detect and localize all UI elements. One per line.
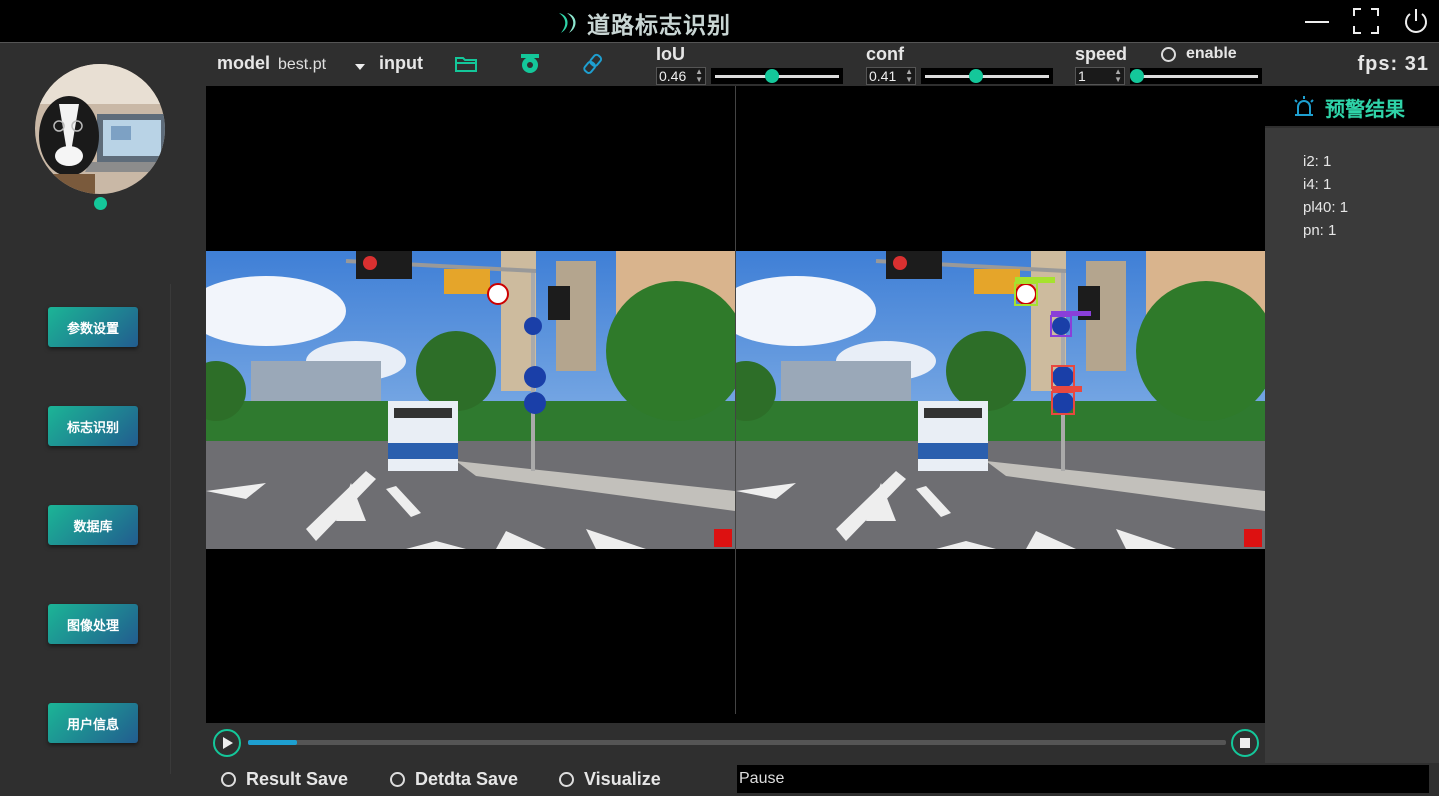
visualize-radio-circle[interactable] bbox=[559, 772, 574, 787]
link-icon[interactable] bbox=[582, 53, 604, 75]
fullscreen-button[interactable] bbox=[1351, 6, 1381, 36]
conf-value: 0.41 bbox=[869, 68, 897, 84]
play-icon[interactable] bbox=[212, 728, 242, 758]
result-save-radio-circle[interactable] bbox=[221, 772, 236, 787]
logo-icon bbox=[559, 13, 576, 33]
folder-open-icon[interactable] bbox=[454, 54, 480, 74]
conf-slider[interactable] bbox=[921, 68, 1053, 84]
status-text: Pause bbox=[737, 765, 1429, 793]
iou-label: IoU bbox=[656, 44, 685, 64]
results-panel: 预警结果 i2: 1 i4: 1 pl40: 1 pn: 1 bbox=[1265, 86, 1439, 796]
online-status-dot bbox=[94, 197, 107, 210]
speed-spinbox[interactable]: 1 ▲ ▼ bbox=[1075, 67, 1125, 85]
results-list: i2: 1 i4: 1 pl40: 1 pn: 1 bbox=[1265, 128, 1439, 763]
list-item: pl40: 1 bbox=[1303, 199, 1349, 216]
chevron-down-icon[interactable] bbox=[355, 63, 365, 71]
iou-slider-handle[interactable] bbox=[765, 69, 779, 83]
sidebar-divider bbox=[170, 284, 171, 774]
speed-label: speed bbox=[1075, 44, 1128, 64]
app-title: 道路标志识别 bbox=[587, 13, 731, 39]
progress-bar[interactable] bbox=[248, 740, 1226, 745]
sidebar-item-sign-recognition[interactable]: 标志识别 bbox=[48, 406, 138, 446]
speed-slider[interactable] bbox=[1130, 68, 1262, 84]
bottom-bar: Result Save Detdta Save Visualize Pause bbox=[206, 763, 1439, 796]
enable-radio-circle[interactable] bbox=[1161, 46, 1176, 62]
original-video-frame bbox=[206, 251, 735, 549]
minimize-icon bbox=[1305, 21, 1329, 23]
progress-bar-fill bbox=[248, 740, 297, 745]
sidebar-item-database[interactable]: 数据库 bbox=[48, 505, 138, 545]
sidebar: 参数设置 标志识别 数据库 图像处理 用户信息 bbox=[0, 44, 206, 796]
sidebar-item-image-processing[interactable]: 图像处理 bbox=[48, 604, 138, 644]
stop-icon[interactable] bbox=[1230, 728, 1260, 758]
spin-arrows-icon[interactable]: ▲ ▼ bbox=[905, 68, 913, 84]
sidebar-item-params[interactable]: 参数设置 bbox=[48, 307, 138, 347]
toolbar: model best.pt input IoU 0.46 ▲ ▼ conf 0.4… bbox=[206, 44, 1439, 86]
fps-readout: fps: 31 bbox=[1358, 53, 1429, 76]
result-save-label: Result Save bbox=[246, 769, 349, 789]
spin-arrows-icon[interactable]: ▲ ▼ bbox=[695, 68, 703, 84]
fps-value: 31 bbox=[1404, 53, 1429, 75]
conf-spinbox[interactable]: 0.41 ▲ ▼ bbox=[866, 67, 916, 85]
minimize-button[interactable] bbox=[1302, 6, 1332, 36]
enable-radio[interactable]: enable bbox=[1161, 45, 1237, 63]
enable-label: enable bbox=[1186, 45, 1237, 62]
spin-arrows-icon[interactable]: ▲ ▼ bbox=[1114, 68, 1122, 84]
visualize-label: Visualize bbox=[584, 769, 661, 789]
iou-slider[interactable] bbox=[711, 68, 843, 84]
list-item: i4: 1 bbox=[1303, 176, 1332, 193]
results-title: 预警结果 bbox=[1325, 97, 1405, 121]
fps-label: fps: bbox=[1357, 53, 1399, 75]
input-label: input bbox=[379, 53, 423, 73]
model-label: model bbox=[217, 53, 271, 73]
speed-value: 1 bbox=[1078, 68, 1086, 84]
power-button[interactable] bbox=[1401, 6, 1431, 36]
conf-label: conf bbox=[866, 44, 904, 64]
conf-slider-handle[interactable] bbox=[969, 69, 983, 83]
sidebar-item-user-info[interactable]: 用户信息 bbox=[48, 703, 138, 743]
results-header: 预警结果 bbox=[1265, 86, 1439, 126]
video-area bbox=[206, 86, 1265, 763]
speed-slider-handle[interactable] bbox=[1130, 69, 1144, 83]
detdata-save-radio[interactable]: Detdta Save bbox=[390, 769, 518, 790]
list-item: i2: 1 bbox=[1303, 153, 1332, 170]
detdata-save-label: Detdta Save bbox=[415, 769, 519, 789]
conf-slider-track bbox=[925, 75, 1049, 78]
app-title-group: 道路标志识别 bbox=[555, 6, 731, 40]
iou-value: 0.46 bbox=[659, 68, 687, 84]
camera-icon[interactable] bbox=[519, 53, 541, 75]
detected-video-frame bbox=[736, 251, 1265, 549]
title-bar: 道路标志识别 bbox=[0, 0, 1439, 43]
detdata-save-radio-circle[interactable] bbox=[390, 772, 405, 787]
speed-slider-track bbox=[1134, 75, 1258, 78]
visualize-radio[interactable]: Visualize bbox=[559, 769, 661, 790]
result-save-radio[interactable]: Result Save bbox=[221, 769, 348, 790]
list-item: pn: 1 bbox=[1303, 222, 1337, 239]
model-select-value[interactable]: best.pt bbox=[278, 56, 326, 74]
avatar bbox=[35, 64, 165, 194]
fullscreen-icon bbox=[1353, 8, 1379, 34]
power-icon bbox=[1405, 9, 1427, 33]
alarm-icon bbox=[1294, 96, 1314, 116]
iou-spinbox[interactable]: 0.46 ▲ ▼ bbox=[656, 67, 706, 85]
playback-bar bbox=[206, 723, 1265, 763]
